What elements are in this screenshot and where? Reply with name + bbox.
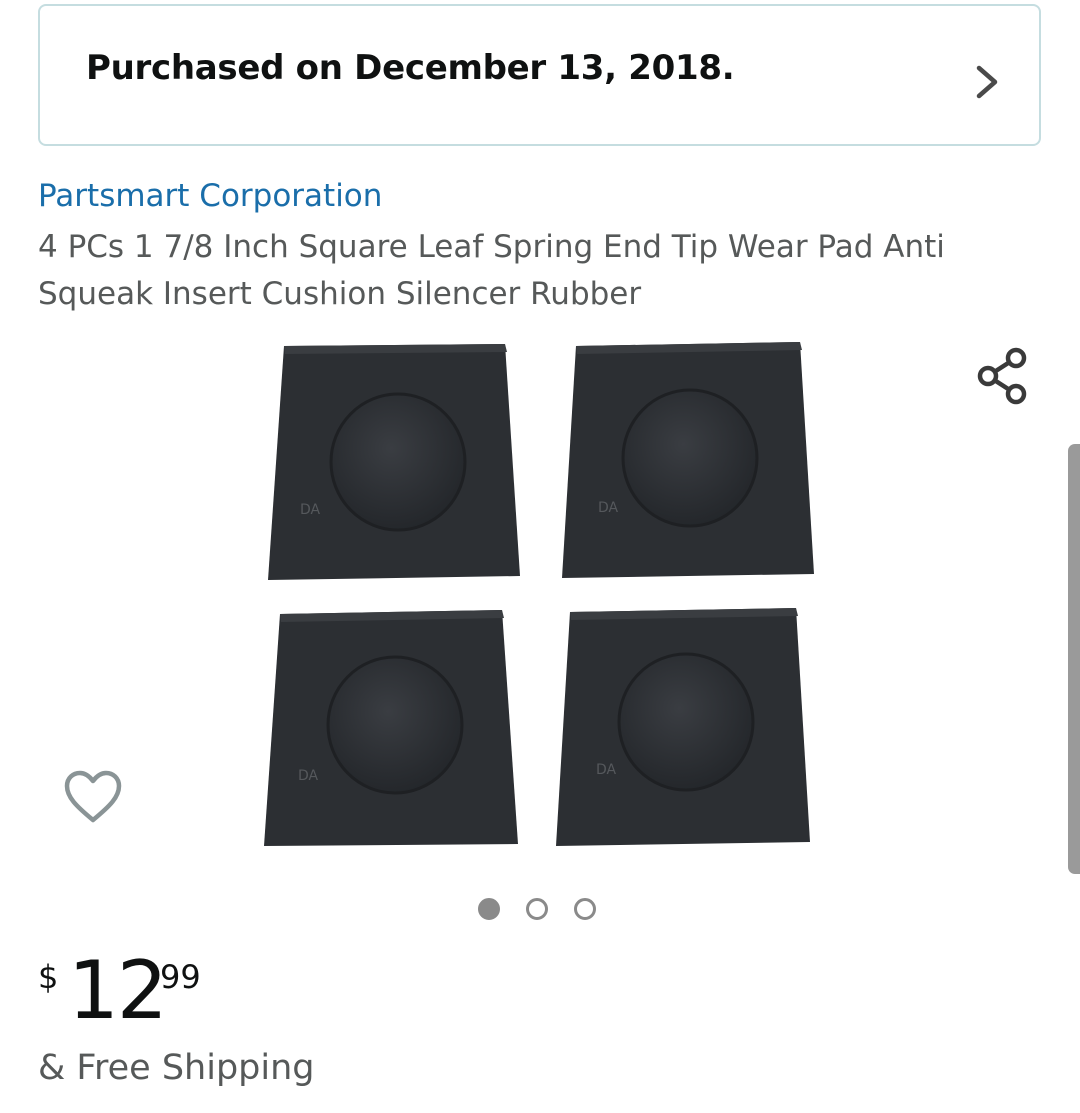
price-currency-symbol: $ (38, 958, 59, 996)
svg-text:DA: DA (598, 500, 619, 516)
heart-outline-icon[interactable] (62, 768, 124, 826)
svg-text:DA: DA (298, 768, 319, 784)
brand-link[interactable]: Partsmart Corporation (38, 178, 382, 214)
rubber-pad: DA (264, 610, 518, 846)
carousel-dot[interactable] (478, 898, 500, 920)
carousel-indicator (478, 898, 596, 922)
chevron-right-icon (976, 65, 998, 99)
shipping-info: & Free Shipping (38, 1048, 315, 1088)
product-title: 4 PCs 1 7/8 Inch Square Leaf Spring End … (38, 229, 945, 312)
purchase-history-banner[interactable]: Purchased on December 13, 2018. (38, 4, 1041, 146)
price-whole: 12 (68, 944, 168, 1037)
svg-text:DA: DA (596, 762, 617, 778)
price-fraction: 99 (160, 958, 201, 996)
product-image-gallery[interactable]: DA DA DA DA (0, 330, 1080, 890)
share-icon[interactable] (972, 344, 1032, 408)
scrollbar[interactable] (1068, 444, 1080, 874)
rubber-pad: DA (556, 608, 810, 846)
carousel-dot[interactable] (574, 898, 596, 920)
svg-text:DA: DA (300, 502, 321, 518)
purchase-date-text: Purchased on December 13, 2018. (86, 48, 735, 88)
rubber-pad: DA (562, 342, 814, 578)
product-image: DA DA DA DA (264, 342, 814, 846)
rubber-pad: DA (268, 344, 520, 580)
carousel-dot[interactable] (526, 898, 548, 920)
